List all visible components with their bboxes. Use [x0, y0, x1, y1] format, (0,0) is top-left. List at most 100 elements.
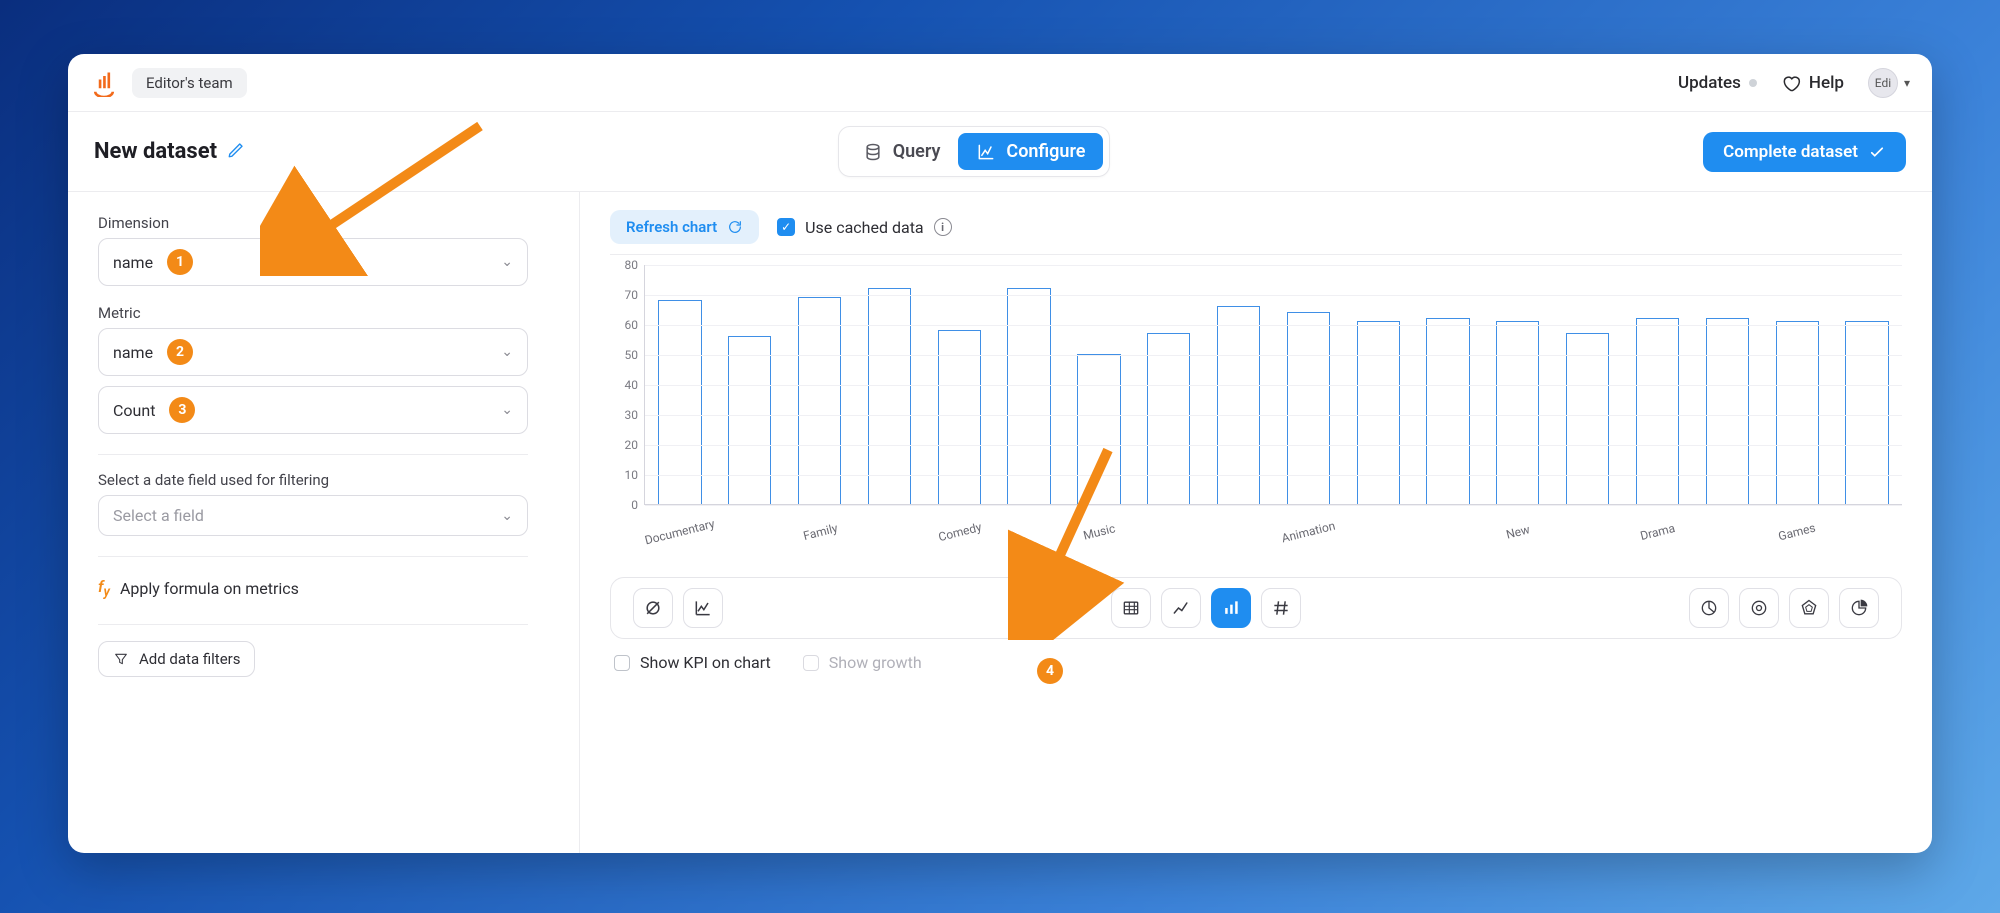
filter-icon	[113, 651, 129, 667]
annotation-badge-4: 4	[1037, 658, 1063, 684]
refresh-chart-button[interactable]: Refresh chart	[610, 210, 759, 244]
chart-bar	[1077, 354, 1120, 504]
bar-chart-icon	[1221, 598, 1241, 618]
updates-indicator-icon	[1749, 79, 1757, 87]
kpi-label: Show KPI on chart	[640, 653, 771, 672]
tab-configure[interactable]: Configure	[958, 133, 1103, 170]
tab-query[interactable]: Query	[845, 133, 959, 170]
pie-segment-icon	[1849, 598, 1869, 618]
y-tick-label: 40	[625, 378, 639, 392]
dimension-value: name	[113, 253, 153, 272]
tab-query-label: Query	[893, 141, 941, 162]
chevron-down-icon: ⌄	[501, 402, 513, 418]
donut-icon	[1749, 598, 1769, 618]
chart-type-line-button[interactable]	[1161, 588, 1201, 628]
hash-icon	[1271, 598, 1291, 618]
chart-bar	[1496, 321, 1539, 504]
user-menu[interactable]: Edi ▾	[1868, 68, 1910, 98]
help-label: Help	[1809, 73, 1844, 93]
add-data-filters-button[interactable]: Add data filters	[98, 641, 255, 677]
chart-type-table-button[interactable]	[1111, 588, 1151, 628]
complete-dataset-button[interactable]: Complete dataset	[1703, 132, 1906, 172]
y-tick-label: 60	[625, 318, 639, 332]
area-chart-icon	[693, 598, 713, 618]
dimension-label: Dimension	[98, 214, 549, 232]
chart-type-number-button[interactable]	[1261, 588, 1301, 628]
checkbox-icon	[614, 655, 630, 671]
help-link[interactable]: Help	[1781, 73, 1844, 93]
divider	[98, 624, 528, 625]
y-tick-label: 70	[625, 288, 639, 302]
chart-bar	[1636, 318, 1679, 504]
chart-type-segment-button[interactable]	[1839, 588, 1879, 628]
aggregate-select[interactable]: Count 3 ⌄	[98, 386, 528, 434]
chart-config-icon	[976, 142, 996, 162]
y-tick-label: 10	[625, 468, 639, 482]
checkbox-icon: ✓	[777, 218, 795, 236]
date-field-select[interactable]: Select a field ⌄	[98, 495, 528, 536]
chart-type-pie-button[interactable]	[1689, 588, 1729, 628]
divider	[98, 556, 528, 557]
chevron-down-icon: ⌄	[501, 508, 513, 524]
chart-type-toolbar	[610, 577, 1902, 639]
aggregate-value: Count	[113, 401, 155, 420]
divider	[98, 454, 528, 455]
pie-icon	[1699, 598, 1719, 618]
apply-formula-link[interactable]: fy Apply formula on metrics	[98, 573, 549, 604]
x-tick-label: Games	[1777, 521, 1817, 544]
chart-area: 01020304050607080	[610, 265, 1902, 525]
chart-type-area-button[interactable]	[683, 588, 723, 628]
handshake-icon	[1781, 73, 1801, 93]
app-panel: Editor's team Updates Help Edi ▾ New dat…	[68, 54, 1932, 853]
page-title-text: New dataset	[94, 139, 217, 164]
add-filters-label: Add data filters	[139, 650, 240, 668]
x-tick-label: Music	[1082, 521, 1117, 542]
empty-set-icon	[643, 598, 663, 618]
bar-chart	[644, 265, 1902, 505]
avatar-icon: Edi	[1868, 68, 1898, 98]
y-tick-label: 80	[625, 258, 639, 272]
chart-bar	[868, 288, 911, 504]
annotation-badge-3: 3	[169, 397, 195, 423]
view-toggle: Query Configure	[838, 126, 1111, 177]
chevron-down-icon: ⌄	[501, 344, 513, 360]
team-chip[interactable]: Editor's team	[132, 68, 247, 98]
x-tick-label: Drama	[1639, 521, 1677, 543]
updates-link[interactable]: Updates	[1678, 73, 1757, 93]
check-icon	[1868, 143, 1886, 161]
tab-configure-label: Configure	[1006, 141, 1085, 162]
x-tick-label: New	[1505, 522, 1532, 541]
chart-bar	[798, 297, 841, 504]
cached-label: Use cached data	[805, 218, 924, 237]
chart-type-donut-button[interactable]	[1739, 588, 1779, 628]
x-axis: DocumentaryFamilyComedyMusicAnimationNew…	[644, 525, 1902, 559]
chart-type-radar-button[interactable]	[1789, 588, 1829, 628]
chart-type-bar-button[interactable]	[1211, 588, 1251, 628]
chart-bar	[1357, 321, 1400, 504]
pencil-icon[interactable]	[227, 141, 245, 163]
growth-label: Show growth	[829, 653, 922, 672]
metric-label: Metric	[98, 304, 549, 322]
y-tick-label: 20	[625, 438, 639, 452]
chart-bar	[1147, 333, 1190, 504]
chart-type-none-button[interactable]	[633, 588, 673, 628]
chart-bar	[1566, 333, 1609, 504]
chart-bar	[1845, 321, 1888, 504]
info-icon[interactable]: i	[934, 218, 952, 236]
show-kpi-checkbox[interactable]: Show KPI on chart	[614, 653, 771, 672]
metric-select[interactable]: name 2 ⌄	[98, 328, 528, 376]
updates-label: Updates	[1678, 73, 1741, 93]
chart-bar	[938, 330, 981, 504]
formula-label: Apply formula on metrics	[120, 579, 299, 598]
chart-bar	[1426, 318, 1469, 504]
y-tick-label: 30	[625, 408, 639, 422]
database-icon	[863, 142, 883, 162]
table-icon	[1121, 598, 1141, 618]
refresh-icon	[727, 219, 743, 235]
date-placeholder: Select a field	[113, 506, 204, 525]
show-growth-checkbox: Show growth	[803, 653, 922, 672]
metric-value: name	[113, 343, 153, 362]
use-cached-checkbox[interactable]: ✓ Use cached data i	[777, 218, 952, 237]
x-tick-label: Family	[801, 521, 838, 543]
dimension-select[interactable]: name 1 ⌄	[98, 238, 528, 286]
